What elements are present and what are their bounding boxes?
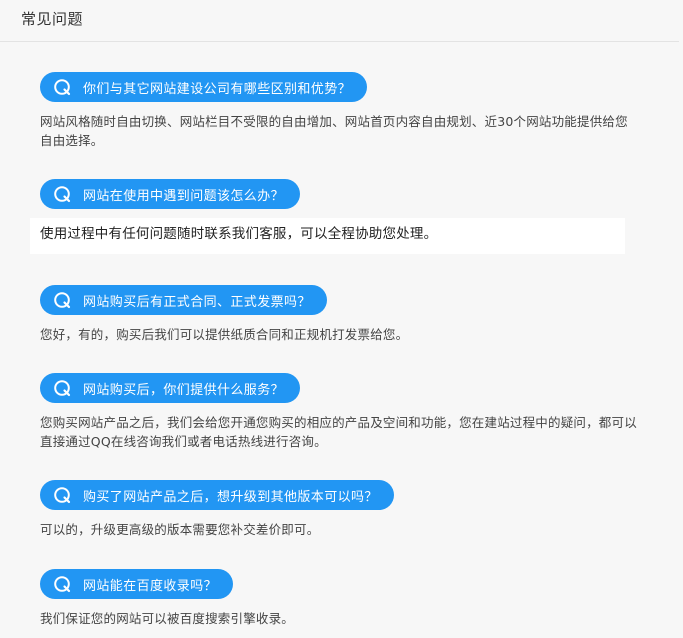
faq-answer-text: 您好，有的，购买后我们可以提供纸质合同和正规机打发票给您。 (40, 327, 409, 342)
question-icon (54, 380, 71, 397)
faq-answer-box: 使用过程中有任何问题随时联系我们客服，可以全程协助您处理。 (30, 218, 625, 254)
question-icon (54, 186, 71, 203)
faq-question-text: 网站能在百度收录吗？ (83, 578, 218, 594)
faq-question-text: 你们与其它网站建设公司有哪些区别和优势？ (83, 81, 352, 97)
faq-answer-text: 使用过程中有任何问题随时联系我们客服，可以全程协助您处理。 (40, 226, 438, 242)
faq-question-text: 网站购买后有正式合同、正式发票吗？ (83, 294, 311, 310)
faq-question-button[interactable]: 网站购买后，你们提供什么服务？ (40, 373, 301, 403)
question-icon (54, 79, 71, 96)
question-icon (54, 292, 71, 309)
question-icon (54, 576, 71, 593)
faq-question-button[interactable]: 你们与其它网站建设公司有哪些区别和优势？ (40, 72, 368, 102)
faq-question-text: 购买了网站产品之后，想升级到其他版本可以吗？ (83, 489, 378, 505)
faq-question-button[interactable]: 网站购买后有正式合同、正式发票吗？ (40, 285, 327, 315)
faq-question-text: 网站购买后，你们提供什么服务？ (83, 382, 285, 398)
faq-question-text: 网站在使用中遇到问题该怎么办？ (83, 188, 285, 204)
faq-answer-text: 您购买网站产品之后，我们会给您开通您购买的相应的产品及空间和功能，您在建站过程中… (40, 415, 637, 449)
faq-question-button[interactable]: 网站能在百度收录吗？ (40, 569, 234, 599)
faq-answer-text: 网站风格随时自由切换、网站栏目不受限的自由增加、网站首页内容自由规划、近30个网… (40, 114, 628, 148)
page-title: 常见问题 (21, 10, 84, 28)
faq-answer-text: 可以的，升级更高级的版本需要您补交差价即可。 (40, 522, 320, 537)
page-header: 常见问题 (0, 0, 679, 42)
faq-question-button[interactable]: 购买了网站产品之后，想升级到其他版本可以吗？ (40, 480, 394, 510)
faq-answer-text: 我们保证您的网站可以被百度搜索引擎收录。 (40, 611, 295, 626)
faq-question-button[interactable]: 网站在使用中遇到问题该怎么办？ (40, 179, 301, 209)
question-icon (54, 487, 71, 504)
